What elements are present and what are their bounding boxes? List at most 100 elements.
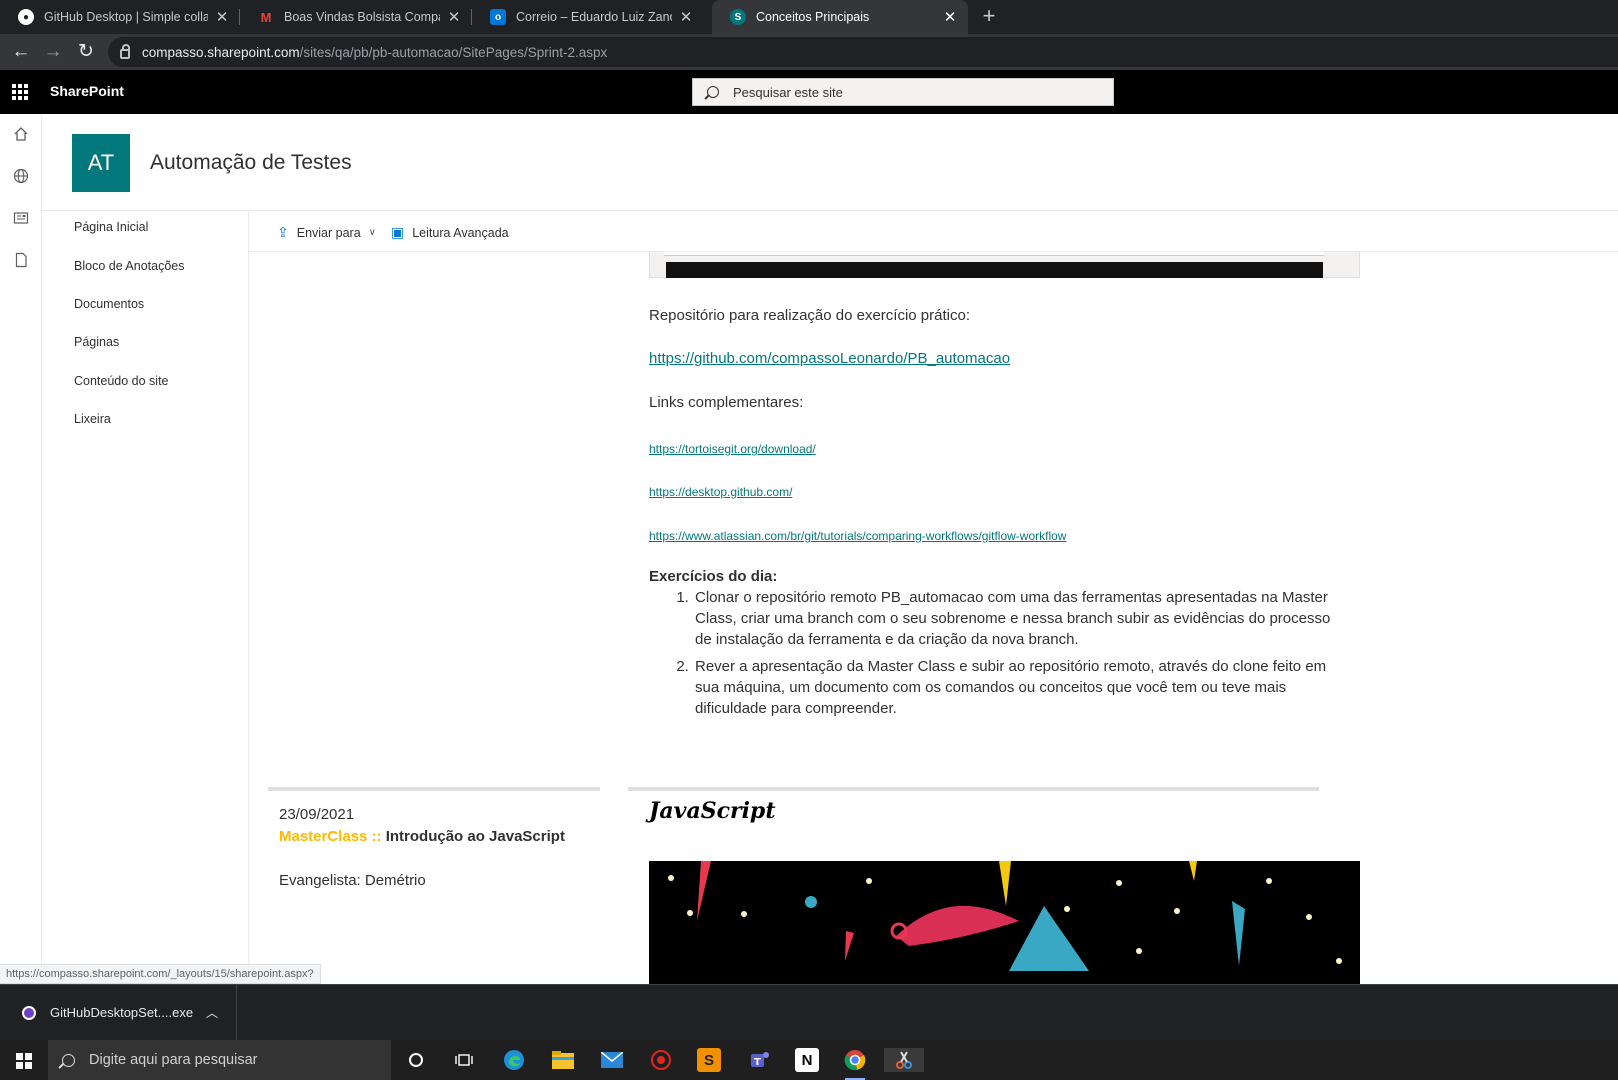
close-icon[interactable]: ✕ bbox=[446, 8, 462, 26]
immersive-reader-button[interactable]: ▣ Leitura Avançada bbox=[391, 224, 509, 241]
section-divider-right bbox=[628, 787, 1319, 791]
nav-item-documents[interactable]: Documentos bbox=[74, 297, 144, 311]
task-view-icon[interactable] bbox=[452, 1048, 476, 1072]
tab-gmail[interactable]: M Boas Vindas Bolsista Compasso U ✕ bbox=[240, 0, 472, 34]
tab-outlook[interactable]: o Correio – Eduardo Luiz Zanotto – ✕ bbox=[472, 0, 704, 34]
chevron-up-icon[interactable]: ︿ bbox=[206, 1004, 218, 1021]
snipping-tool-icon[interactable] bbox=[884, 1048, 924, 1072]
url-path: /sites/qa/pb/pb-automacao/SitePages/Spri… bbox=[299, 44, 608, 60]
share-icon: ⇪ bbox=[277, 224, 289, 240]
close-icon[interactable]: ✕ bbox=[678, 8, 694, 26]
link-tortoisegit[interactable]: https://tortoisegit.org/download/ bbox=[649, 442, 816, 456]
globe-icon[interactable] bbox=[13, 168, 29, 184]
url-host: compasso.sharepoint.com bbox=[142, 44, 300, 60]
reload-icon[interactable]: ↻ bbox=[74, 40, 98, 64]
search-icon bbox=[62, 1053, 75, 1067]
forward-arrow-icon[interactable]: → bbox=[41, 40, 65, 64]
home-icon[interactable] bbox=[13, 126, 29, 142]
page-content: ▼ Repositório para realização do exercíc… bbox=[249, 252, 1618, 984]
site-header: AT Automação de Testes bbox=[42, 114, 1618, 211]
taskbar-search-placeholder: Digite aqui para pesquisar bbox=[89, 1052, 258, 1068]
exercises-heading: Exercícios do dia: bbox=[649, 568, 778, 585]
repo-label: Repositório para realização do exercício… bbox=[649, 307, 970, 324]
sharepoint-brand[interactable]: SharePoint bbox=[50, 83, 124, 99]
nav-item-notebook[interactable]: Bloco de Anotações bbox=[74, 259, 185, 273]
masterclass-date: 23/09/2021 bbox=[279, 806, 355, 823]
sharepoint-icon: S bbox=[730, 9, 746, 25]
tab-title: Boas Vindas Bolsista Compasso U bbox=[284, 10, 440, 24]
cortana-icon[interactable] bbox=[404, 1048, 428, 1072]
download-filename: GitHubDesktopSet....exe bbox=[50, 1005, 194, 1020]
embed-top-border bbox=[664, 252, 1324, 256]
send-to-button[interactable]: ⇪ Enviar para ∨ bbox=[277, 224, 376, 241]
close-icon[interactable]: ✕ bbox=[942, 8, 958, 26]
embedded-video[interactable] bbox=[666, 262, 1323, 278]
news-icon[interactable] bbox=[13, 210, 29, 226]
teams-icon[interactable]: T bbox=[748, 1048, 772, 1072]
browser-tabstrip: ● GitHub Desktop | Simple collabo ✕ M Bo… bbox=[0, 0, 1618, 34]
taskbar-search-input[interactable]: Digite aqui para pesquisar bbox=[48, 1040, 391, 1080]
nav-item-home[interactable]: Página Inicial bbox=[74, 220, 148, 234]
browser-toolbar: ← → ↻ compasso.sharepoint.com/sites/qa/p… bbox=[0, 34, 1618, 70]
list-item: Clonar o repositório remoto PB_automacao… bbox=[693, 587, 1349, 650]
link-atlassian-gitflow[interactable]: https://www.atlassian.com/br/git/tutoria… bbox=[649, 529, 1066, 543]
svg-text:T: T bbox=[754, 1057, 761, 1068]
sublime-text-icon[interactable]: S bbox=[697, 1048, 721, 1072]
section-divider-left bbox=[268, 787, 600, 791]
close-icon[interactable]: ✕ bbox=[214, 8, 230, 26]
outlook-icon: o bbox=[490, 9, 506, 25]
suite-bar: SharePoint Pesquisar este site bbox=[0, 70, 1618, 114]
evangelist: Evangelista: Demétrio bbox=[279, 872, 426, 889]
github-desktop-icon bbox=[22, 1005, 36, 1020]
document-icon[interactable] bbox=[13, 252, 29, 268]
app-launcher-icon[interactable] bbox=[12, 84, 28, 100]
windows-start-icon[interactable] bbox=[16, 1053, 32, 1069]
mail-icon[interactable] bbox=[600, 1048, 624, 1072]
nav-item-recycle-bin[interactable]: Lixeira bbox=[74, 412, 111, 426]
site-search-input[interactable]: Pesquisar este site bbox=[692, 78, 1114, 106]
list-item: Rever a apresentação da Master Class e s… bbox=[693, 656, 1349, 719]
exercises-list: Clonar o repositório remoto PB_automacao… bbox=[649, 587, 1349, 725]
tab-title: GitHub Desktop | Simple collabo bbox=[44, 10, 208, 24]
edge-icon[interactable] bbox=[502, 1048, 526, 1072]
notion-icon[interactable]: N bbox=[795, 1048, 819, 1072]
masterclass-name: Introdução ao JavaScript bbox=[385, 828, 565, 845]
tab-title: Conceitos Principais bbox=[756, 10, 870, 24]
site-logo[interactable]: AT bbox=[72, 134, 130, 192]
chevron-down-icon: ∨ bbox=[368, 227, 376, 238]
brave-icon[interactable] bbox=[649, 1048, 673, 1072]
nav-item-site-contents[interactable]: Conteúdo do site bbox=[74, 374, 169, 388]
nav-item-pages[interactable]: Páginas bbox=[74, 335, 119, 349]
search-placeholder: Pesquisar este site bbox=[733, 84, 843, 100]
download-shelf: GitHubDesktopSet....exe ︿ bbox=[0, 984, 1618, 1040]
tab-github-desktop[interactable]: ● GitHub Desktop | Simple collabo ✕ bbox=[0, 0, 240, 34]
gmail-icon: M bbox=[260, 9, 272, 25]
site-navigation: Página Inicial Bloco de Anotações Docume… bbox=[42, 211, 249, 984]
chrome-icon[interactable] bbox=[843, 1048, 867, 1080]
lock-icon bbox=[120, 44, 130, 59]
send-to-label: Enviar para bbox=[296, 225, 361, 240]
embedded-video-frame[interactable]: ▼ bbox=[649, 252, 1360, 278]
site-title[interactable]: Automação de Testes bbox=[150, 151, 352, 175]
masterclass-title: MasterClass :: Introdução ao JavaScript bbox=[279, 828, 565, 845]
link-github-desktop[interactable]: https://desktop.github.com/ bbox=[649, 485, 792, 499]
back-arrow-icon[interactable]: ← bbox=[9, 40, 33, 64]
repo-link[interactable]: https://github.com/compassoLeonardo/PB_a… bbox=[649, 350, 1010, 367]
masterclass-prefix: MasterClass :: bbox=[279, 828, 382, 845]
immersive-reader-label: Leitura Avançada bbox=[412, 225, 509, 240]
tab-sharepoint-active[interactable]: S Conceitos Principais ✕ bbox=[712, 0, 968, 34]
new-tab-button[interactable]: + bbox=[976, 4, 1002, 30]
command-bar: ⇪ Enviar para ∨ ▣ Leitura Avançada bbox=[249, 211, 1618, 252]
tab-title: Correio – Eduardo Luiz Zanotto – bbox=[516, 10, 672, 24]
reader-icon: ▣ bbox=[391, 224, 405, 240]
github-icon: ● bbox=[18, 9, 34, 25]
search-icon bbox=[707, 86, 719, 98]
address-bar[interactable]: compasso.sharepoint.com/sites/qa/pb/pb-a… bbox=[108, 37, 1618, 67]
status-url-tooltip: https://compasso.sharepoint.com/_layouts… bbox=[0, 964, 321, 984]
app-bar bbox=[0, 114, 42, 984]
download-item[interactable]: GitHubDesktopSet....exe ︿ bbox=[0, 985, 237, 1040]
links-label: Links complementares: bbox=[649, 394, 804, 411]
javascript-heading: JavaScript bbox=[649, 798, 776, 824]
javascript-banner-image bbox=[649, 861, 1360, 984]
file-explorer-icon[interactable] bbox=[551, 1048, 575, 1072]
